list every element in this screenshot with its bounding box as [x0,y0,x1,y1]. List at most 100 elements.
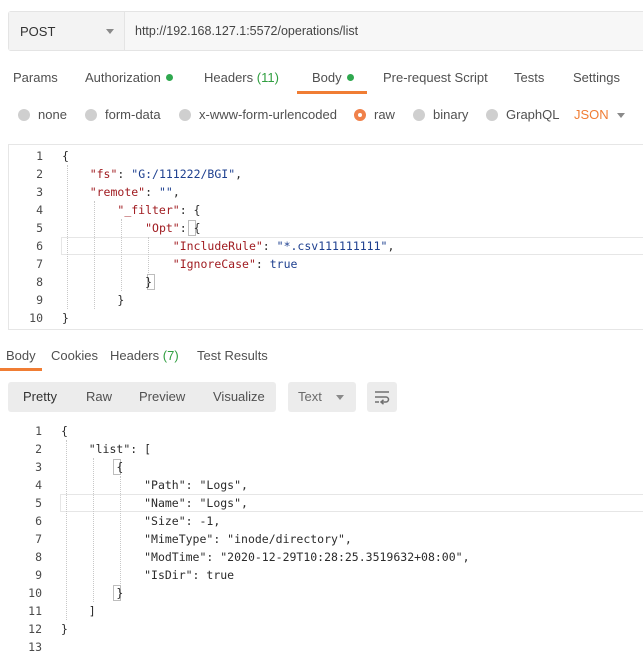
tab-authorization[interactable]: Authorization [85,70,173,85]
status-dot-icon [165,74,173,81]
view-pretty-button[interactable]: Pretty [23,389,57,404]
tab-body-label: Body [312,70,342,85]
code-line: 8 } [9,273,643,291]
line-number: 3 [35,460,42,474]
line-number: 8 [35,550,42,564]
tab-settings[interactable]: Settings [573,70,620,85]
line-number: 7 [36,257,43,271]
response-tab-headers-label: Headers [110,348,160,363]
radio-raw-label: raw [374,107,395,122]
tab-authorization-label: Authorization [85,70,161,85]
request-url-bar: POST http://192.168.127.1:5572/operation… [8,11,643,51]
response-body-viewer[interactable]: 1{ 2 "list": [ 3 { 4 "Path": "Logs", 5 "… [8,420,643,651]
headers-count: (11) [256,70,279,85]
response-tab-headers[interactable]: Headers (7) [110,348,179,363]
tab-params[interactable]: Params [13,70,58,85]
radio-circle-icon [85,108,97,121]
radio-circle-icon [18,108,30,121]
code-line: 5 "Opt": { [9,219,643,237]
tab-prerequest-script[interactable]: Pre-request Script [383,70,488,85]
json-key: "remote" [89,185,146,199]
radio-binary-label: binary [433,107,469,122]
code-line: 3 "remote": "", [9,183,643,201]
tab-settings-label: Settings [573,70,620,85]
response-format-select[interactable]: Text [288,382,356,412]
response-tab-cookies[interactable]: Cookies [51,348,98,363]
tab-headers-label: Headers [204,70,254,85]
line-number: 6 [36,239,43,253]
code-line: 10} [9,309,643,327]
line-number: 2 [35,442,42,456]
json-text: "Path": "Logs", [144,478,248,492]
radio-urlencoded[interactable]: x-www-form-urlencoded [179,107,337,122]
response-tab-test-results-label: Test Results [197,348,268,363]
response-tab-body-label: Body [6,348,36,363]
url-text: http://192.168.127.1:5572/operations/lis… [135,24,359,38]
json-string: "G:/111222/BGI" [131,167,236,181]
wrap-lines-button[interactable] [367,382,397,412]
json-key: "Opt" [145,221,180,235]
json-text: "MimeType": "inode/directory", [144,532,352,546]
active-tab-indicator [297,91,367,94]
response-view-toggle: Pretty Raw Preview Visualize [8,382,276,412]
json-key: "IgnoreCase" [172,257,256,271]
format-select-label: JSON [574,107,609,122]
line-number: 10 [28,586,42,600]
json-text: "Size": -1, [144,514,221,528]
radio-selected-icon [354,108,366,121]
line-number: 13 [28,640,42,651]
line-number: 11 [28,604,42,618]
json-key: "IncludeRule" [172,239,263,253]
code-line: 11 ] [8,602,643,620]
radio-none-label: none [38,107,67,122]
line-number: 9 [35,568,42,582]
radio-urlencoded-label: x-www-form-urlencoded [199,107,337,122]
line-number: 10 [29,311,43,325]
tab-body[interactable]: Body [312,70,354,85]
line-number: 9 [36,293,43,307]
radio-circle-icon [413,108,425,121]
chevron-down-icon [106,28,114,34]
response-tab-test-results[interactable]: Test Results [197,348,268,363]
tab-headers[interactable]: Headers (11) [204,70,279,85]
line-number: 7 [35,532,42,546]
method-label: POST [20,23,56,39]
chevron-down-icon [336,395,344,400]
code-line: 13 [8,638,643,651]
radio-binary[interactable]: binary [413,107,468,122]
tab-tests[interactable]: Tests [514,70,544,85]
radio-form-data-label: form-data [105,107,161,122]
view-pretty-label: Pretty [23,389,57,404]
radio-raw[interactable]: raw [354,107,395,122]
code-line: 1{ [8,422,643,440]
status-dot-icon [346,74,354,81]
code-line: 2 "fs": "G:/111222/BGI", [9,165,643,183]
url-input[interactable]: http://192.168.127.1:5572/operations/lis… [125,12,643,50]
radio-graphql[interactable]: GraphQL [486,107,559,122]
body-type-radios: none form-data x-www-form-urlencoded raw… [0,104,643,126]
code-line: 9 "IsDir": true [8,566,643,584]
line-number: 4 [35,478,42,492]
line-number: 1 [36,149,43,163]
line-number: 5 [36,221,43,235]
code-line: 5 "Name": "Logs", [8,494,643,512]
json-text: "list": [ [88,442,152,456]
json-text: "ModTime": "2020-12-29T10:28:25.3519632+… [144,550,470,564]
view-raw-button[interactable]: Raw [86,389,112,404]
line-number: 4 [36,203,43,217]
code-line: 6 "Size": -1, [8,512,643,530]
json-key: "fs" [89,167,118,181]
request-body-editor[interactable]: 1{ 2 "fs": "G:/111222/BGI", 3 "remote": … [8,144,643,330]
radio-circle-icon [486,108,498,121]
code-line: 10 } [8,584,643,602]
radio-form-data[interactable]: form-data [85,107,161,122]
tab-prerequest-label: Pre-request Script [383,70,488,85]
response-format-label: Text [298,389,322,404]
view-preview-button[interactable]: Preview [139,389,185,404]
radio-none[interactable]: none [18,107,67,122]
format-select[interactable]: JSON [574,107,609,122]
chevron-down-icon[interactable] [617,113,625,118]
method-select[interactable]: POST [9,12,125,50]
view-visualize-button[interactable]: Visualize [213,389,265,404]
response-tab-body[interactable]: Body [6,348,36,363]
